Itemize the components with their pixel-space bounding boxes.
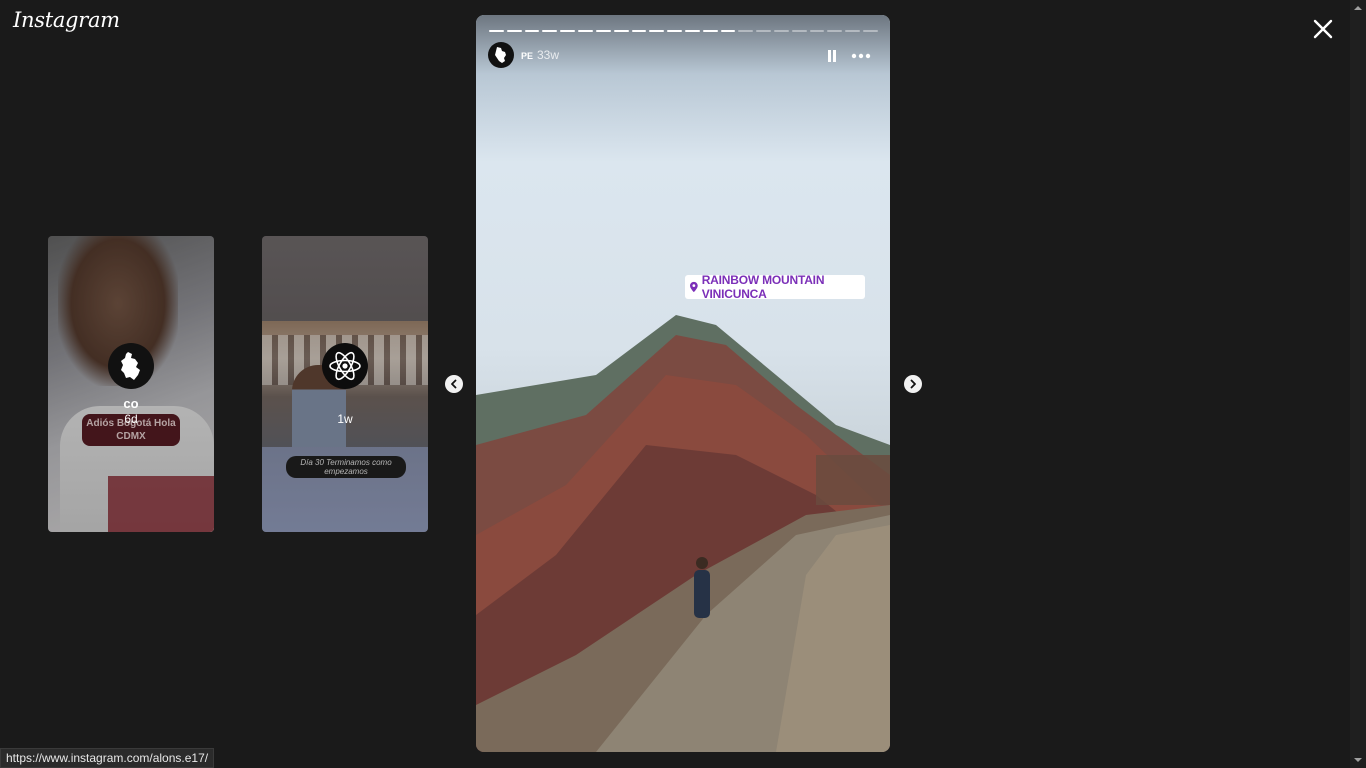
story-progress-bar <box>489 30 878 32</box>
scrollbar[interactable] <box>1350 0 1366 768</box>
story-progress-segment <box>702 30 718 32</box>
link-preview-url: https://www.instagram.com/alons.e17/ <box>0 748 215 768</box>
story-progress-segment <box>738 30 754 32</box>
story-card-avatar <box>108 343 154 389</box>
story-avatar[interactable] <box>488 42 514 68</box>
story-progress-segment <box>827 30 843 32</box>
location-sticker[interactable]: RAINBOW MOUNTAIN VINICUNCA <box>685 273 865 301</box>
story-progress-segment <box>595 30 611 32</box>
main-story-viewer[interactable]: PE 33w RAINBOW MOUNTAIN VINICUNCA <box>476 15 890 752</box>
story-progress-segment <box>489 30 504 32</box>
next-story-button[interactable] <box>904 375 922 393</box>
peru-map-icon <box>495 47 506 63</box>
story-progress-segment <box>542 30 558 32</box>
story-username[interactable]: PE <box>521 51 533 61</box>
story-progress-segment <box>809 30 825 32</box>
story-progress-segment <box>845 30 861 32</box>
story-header: PE 33w <box>488 42 878 70</box>
location-pin-icon <box>690 281 698 293</box>
instagram-logo[interactable]: Instagram <box>13 8 120 32</box>
story-progress-segment <box>506 30 522 32</box>
story-progress-segment <box>684 30 700 32</box>
location-sticker-text: RAINBOW MOUNTAIN VINICUNCA <box>701 273 825 301</box>
chevron-left-icon <box>451 379 457 389</box>
pause-icon <box>828 50 836 62</box>
close-button[interactable] <box>1310 16 1336 42</box>
more-options-button[interactable] <box>850 49 872 63</box>
story-progress-segment <box>774 30 789 32</box>
story-progress-segment <box>524 30 540 32</box>
story-progress-segment <box>863 30 878 32</box>
story-card-avatar <box>322 343 368 389</box>
more-icon <box>851 53 871 59</box>
map-avatar-icon <box>121 352 140 380</box>
story-progress-segment <box>613 30 629 32</box>
story-progress-segment <box>560 30 576 32</box>
story-progress-segment <box>631 30 647 32</box>
chevron-right-icon <box>910 379 916 389</box>
story-progress-segment <box>578 30 593 32</box>
story-progress-segment <box>791 30 807 32</box>
scroll-down-arrow-icon[interactable] <box>1350 752 1366 768</box>
story-card-time: 6d <box>124 412 138 426</box>
story-progress-segment <box>649 30 665 32</box>
story-progress-segment <box>667 30 682 32</box>
story-progress-segment <box>720 30 736 32</box>
close-icon <box>1313 19 1333 39</box>
story-card-previous-2[interactable]: Día 30 Terminamos como empezamos 1w <box>262 236 428 532</box>
story-progress-segment <box>756 30 771 32</box>
story-card-username: co <box>123 396 139 411</box>
story-card-previous-1[interactable]: Adiós Bogotá Hola CDMX co 6d <box>48 236 214 532</box>
story-card-time: 1w <box>337 412 353 426</box>
atom-avatar-icon <box>329 351 361 381</box>
scroll-up-arrow-icon[interactable] <box>1350 0 1366 16</box>
previous-story-button[interactable] <box>445 375 463 393</box>
story-time: 33w <box>537 48 560 62</box>
story-photo-mountain <box>476 315 890 752</box>
pause-button[interactable] <box>826 49 838 63</box>
